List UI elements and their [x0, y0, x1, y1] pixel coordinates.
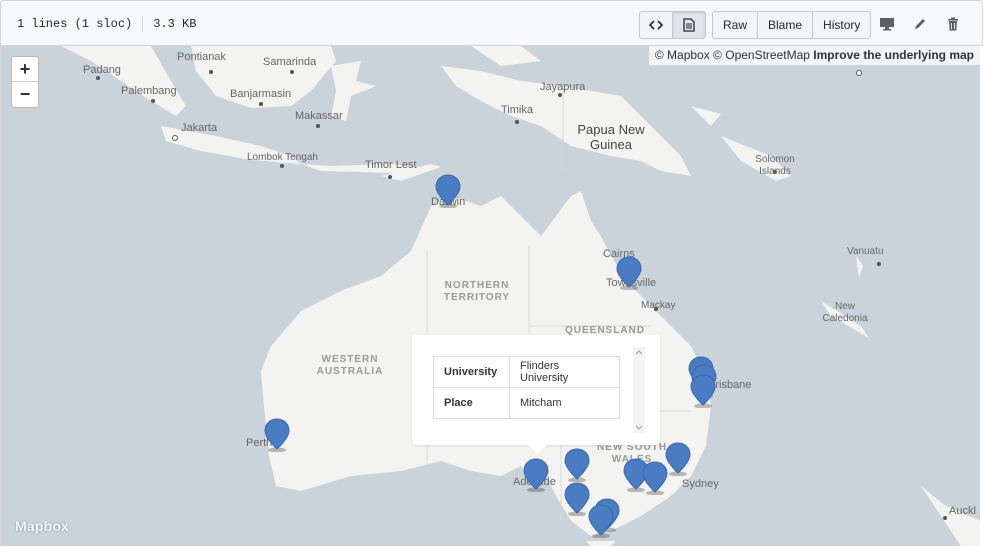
city-dot: [280, 164, 284, 168]
popup-key: University: [433, 356, 510, 388]
popup-tip: [528, 445, 546, 454]
city-dot: [96, 76, 100, 80]
city-dot: [558, 93, 562, 97]
divider: [142, 16, 144, 32]
city-dot: [943, 516, 947, 520]
file-actions: Raw Blame History: [712, 11, 872, 39]
map-marker[interactable]: [523, 458, 549, 492]
map-marker[interactable]: [564, 448, 590, 482]
island-label: Solomon Islands: [755, 154, 795, 177]
place-label: Jayapura: [540, 81, 586, 93]
map-attribution: © Mapbox © OpenStreetMap Improve the und…: [648, 46, 980, 65]
city-dot: [209, 70, 213, 74]
popup-scrollbar[interactable]: [633, 347, 645, 433]
popup-table: University Flinders University Place Mit…: [433, 356, 620, 419]
zoom-control: + −: [11, 56, 39, 108]
map-marker[interactable]: [616, 256, 642, 290]
place-label: Samarinda: [263, 56, 317, 68]
table-row: University Flinders University: [433, 356, 620, 388]
code-icon: [649, 20, 663, 30]
place-label: Mackay: [641, 300, 676, 311]
city-dot: [388, 175, 392, 179]
place-label: Timika: [501, 104, 533, 116]
pencil-icon[interactable]: [910, 14, 930, 34]
city-dot: [316, 124, 320, 128]
city-dot: [877, 262, 881, 266]
file-info: 1 lines (1 sloc) 3.3 KB: [17, 16, 196, 32]
place-label: Banjarmasin: [230, 88, 292, 100]
attribution-text: © Mapbox © OpenStreetMap: [654, 48, 810, 62]
region-label: NORTHERN TERRITORY: [443, 280, 511, 303]
place-label: Sydney: [682, 478, 719, 490]
popup-value: Flinders University: [509, 356, 620, 388]
country-label: Papua New Guinea: [577, 122, 645, 152]
map-marker[interactable]: [435, 174, 461, 208]
place-label: Jakarta: [181, 122, 218, 134]
map-marker[interactable]: [264, 418, 290, 452]
popup-key: Place: [433, 387, 510, 419]
zoom-out-button[interactable]: −: [12, 82, 38, 107]
city-dot: [172, 135, 178, 141]
view-rendered-button[interactable]: [672, 11, 706, 39]
file-icon: [683, 18, 695, 32]
city-dot: [856, 70, 862, 76]
city-dot: [151, 99, 155, 103]
map[interactable]: Padang Pontianak Samarinda Palembang Ban…: [0, 46, 980, 546]
city-dot: [259, 102, 263, 106]
map-marker[interactable]: [665, 442, 691, 476]
place-label: Padang: [83, 64, 121, 76]
raw-button[interactable]: Raw: [712, 11, 759, 39]
place-label: Vanuatu: [847, 246, 884, 257]
desktop-icon[interactable]: [877, 14, 897, 34]
blame-button[interactable]: Blame: [757, 11, 814, 39]
improve-map-link[interactable]: Improve the underlying map: [813, 48, 974, 62]
place-label: Auckl: [949, 505, 976, 517]
trash-icon[interactable]: [943, 14, 963, 34]
popup-value: Mitcham: [509, 387, 620, 419]
view-code-button[interactable]: [639, 11, 673, 39]
line-count: 1 lines (1 sloc): [17, 17, 133, 31]
place-label: Palembang: [121, 85, 177, 97]
map-marker[interactable]: [690, 374, 716, 408]
city-dot: [290, 70, 294, 74]
place-label: Pontianak: [177, 51, 226, 63]
city-dot: [515, 120, 519, 124]
map-marker[interactable]: [588, 504, 614, 538]
place-label: Lombok Tengah: [247, 152, 318, 163]
map-popup: University Flinders University Place Mit…: [412, 335, 660, 454]
table-row: Place Mitcham: [433, 387, 620, 419]
file-header: 1 lines (1 sloc) 3.3 KB Raw Blame Histor…: [0, 0, 983, 46]
file-size: 3.3 KB: [153, 17, 197, 31]
island-label: New Caledonia: [822, 301, 868, 324]
region-label: WESTERN AUSTRALIA: [316, 354, 384, 377]
mapbox-logo[interactable]: Mapbox: [15, 518, 69, 534]
map-marker[interactable]: [564, 482, 590, 516]
view-toggle: [639, 11, 706, 39]
map-marker[interactable]: [642, 461, 668, 495]
place-label: Timor Lest: [365, 159, 417, 171]
history-button[interactable]: History: [812, 11, 872, 39]
zoom-in-button[interactable]: +: [12, 57, 38, 82]
place-label: Makassar: [295, 110, 343, 122]
